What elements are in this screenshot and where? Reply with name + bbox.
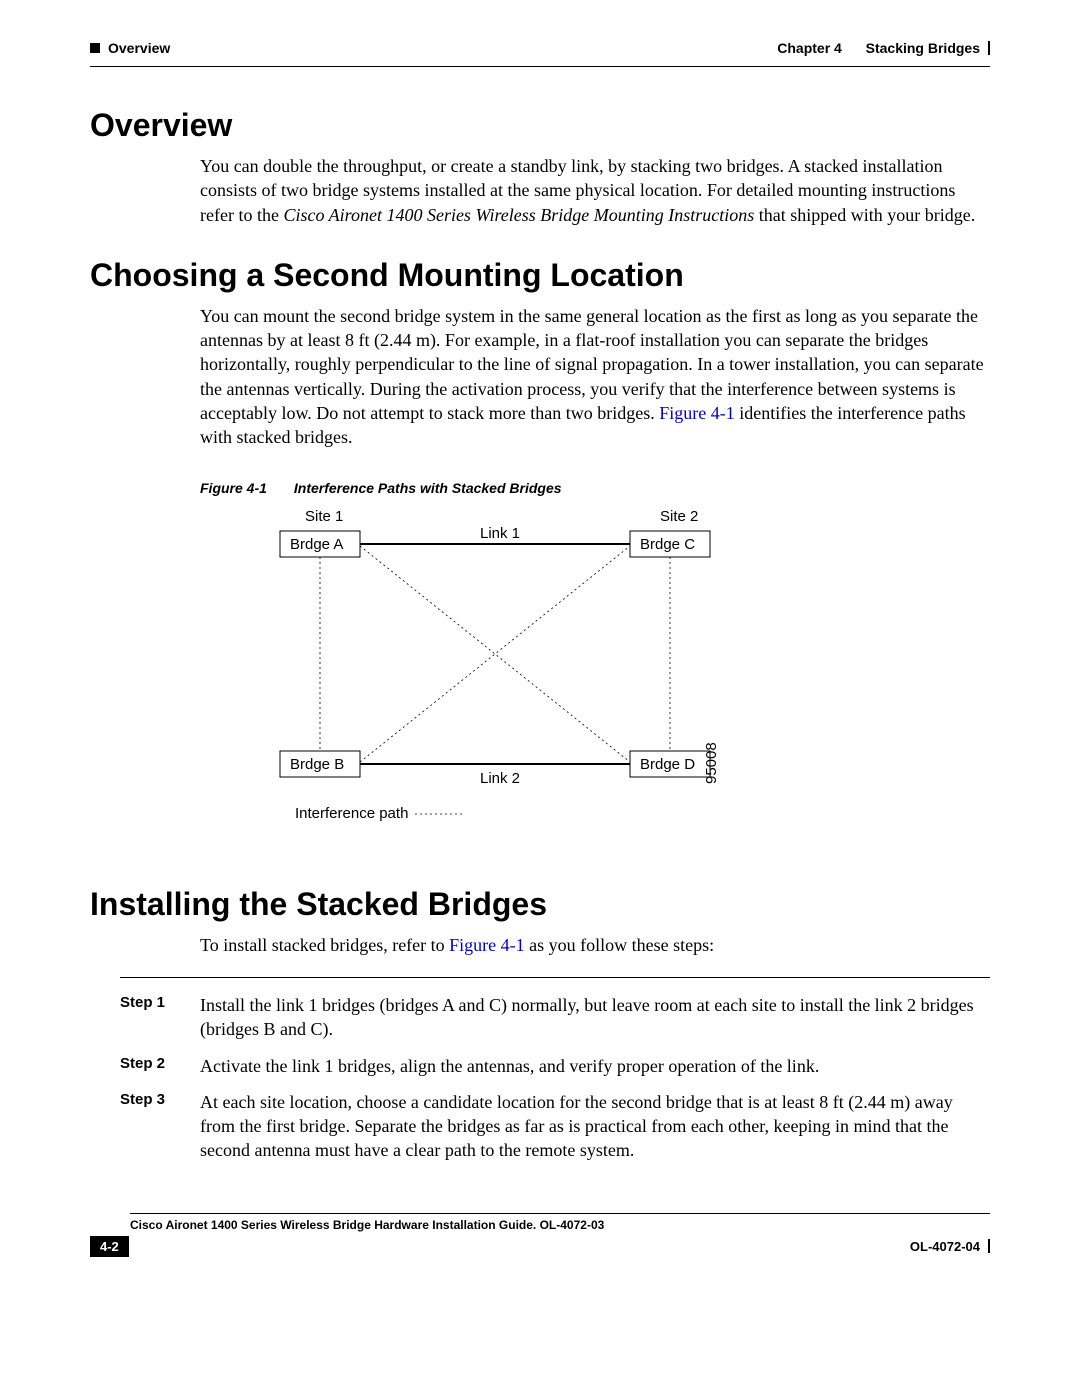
step-text: Activate the link 1 bridges, align the a… xyxy=(200,1054,990,1078)
step-row: Step 2 Activate the link 1 bridges, alig… xyxy=(120,1054,990,1078)
legend-label: Interference path xyxy=(295,805,408,822)
step-label: Step 2 xyxy=(120,1054,200,1078)
text: as you follow these steps: xyxy=(525,935,714,955)
link2-label: Link 2 xyxy=(480,770,520,787)
vertical-bar-icon xyxy=(988,41,990,55)
step-label: Step 3 xyxy=(120,1090,200,1163)
link1-label: Link 1 xyxy=(480,525,520,542)
step-row: Step 3 At each site location, choose a c… xyxy=(120,1090,990,1163)
figure-number: Figure 4-1 xyxy=(200,480,290,496)
header-left: Overview xyxy=(90,40,170,56)
page-footer: Cisco Aironet 1400 Series Wireless Bridg… xyxy=(90,1213,990,1257)
figure-link[interactable]: Figure 4-1 xyxy=(449,935,525,955)
footer-rule xyxy=(130,1213,990,1214)
heading-installing: Installing the Stacked Bridges xyxy=(90,886,990,923)
figure-caption: Figure 4-1 Interference Paths with Stack… xyxy=(200,480,990,496)
step-text: At each site location, choose a candidat… xyxy=(200,1090,990,1163)
heading-choosing-location: Choosing a Second Mounting Location xyxy=(90,257,990,294)
site2-label: Site 2 xyxy=(660,508,698,525)
figure-4-1: Site 1 Site 2 Brdge A Brdge C Brdge B Br… xyxy=(200,506,990,856)
overview-paragraph: You can double the throughput, or create… xyxy=(200,154,990,227)
installing-intro: To install stacked bridges, refer to Fig… xyxy=(200,933,990,957)
bridge-b-label: Brdge B xyxy=(290,756,344,773)
text: To install stacked bridges, refer to xyxy=(200,935,449,955)
heading-overview: Overview xyxy=(90,107,990,144)
header-rule xyxy=(90,66,990,67)
header-section-label: Overview xyxy=(108,40,170,56)
square-bullet-icon xyxy=(90,43,100,53)
text: that shipped with your bridge. xyxy=(754,205,975,225)
bridge-a-label: Brdge A xyxy=(290,536,343,553)
choosing-paragraph: You can mount the second bridge system i… xyxy=(200,304,990,450)
footer-guide-title: Cisco Aironet 1400 Series Wireless Bridg… xyxy=(130,1218,990,1232)
header-chapter: Chapter 4 xyxy=(777,40,842,56)
italic-reference: Cisco Aironet 1400 Series Wireless Bridg… xyxy=(283,205,754,225)
header-chapter-title: Stacking Bridges xyxy=(866,40,980,56)
step-row: Step 1 Install the link 1 bridges (bridg… xyxy=(120,993,990,1042)
bridge-c-label: Brdge C xyxy=(640,536,695,553)
step-rule xyxy=(120,977,990,978)
figure-title: Interference Paths with Stacked Bridges xyxy=(294,480,562,496)
vertical-bar-icon xyxy=(988,1239,990,1253)
step-text: Install the link 1 bridges (bridges A an… xyxy=(200,993,990,1042)
figure-link[interactable]: Figure 4-1 xyxy=(659,403,735,423)
figure-id: 95008 xyxy=(703,742,720,784)
steps-block: Step 1 Install the link 1 bridges (bridg… xyxy=(90,977,990,1163)
page-header: Overview Chapter 4 Stacking Bridges xyxy=(90,40,990,56)
footer-right: OL-4072-04 xyxy=(910,1239,990,1254)
page-number-badge: 4-2 xyxy=(90,1236,129,1257)
doc-id: OL-4072-04 xyxy=(910,1239,980,1254)
header-right: Chapter 4 Stacking Bridges xyxy=(777,40,990,56)
bridge-d-label: Brdge D xyxy=(640,756,695,773)
step-label: Step 1 xyxy=(120,993,200,1042)
site1-label: Site 1 xyxy=(305,508,343,525)
